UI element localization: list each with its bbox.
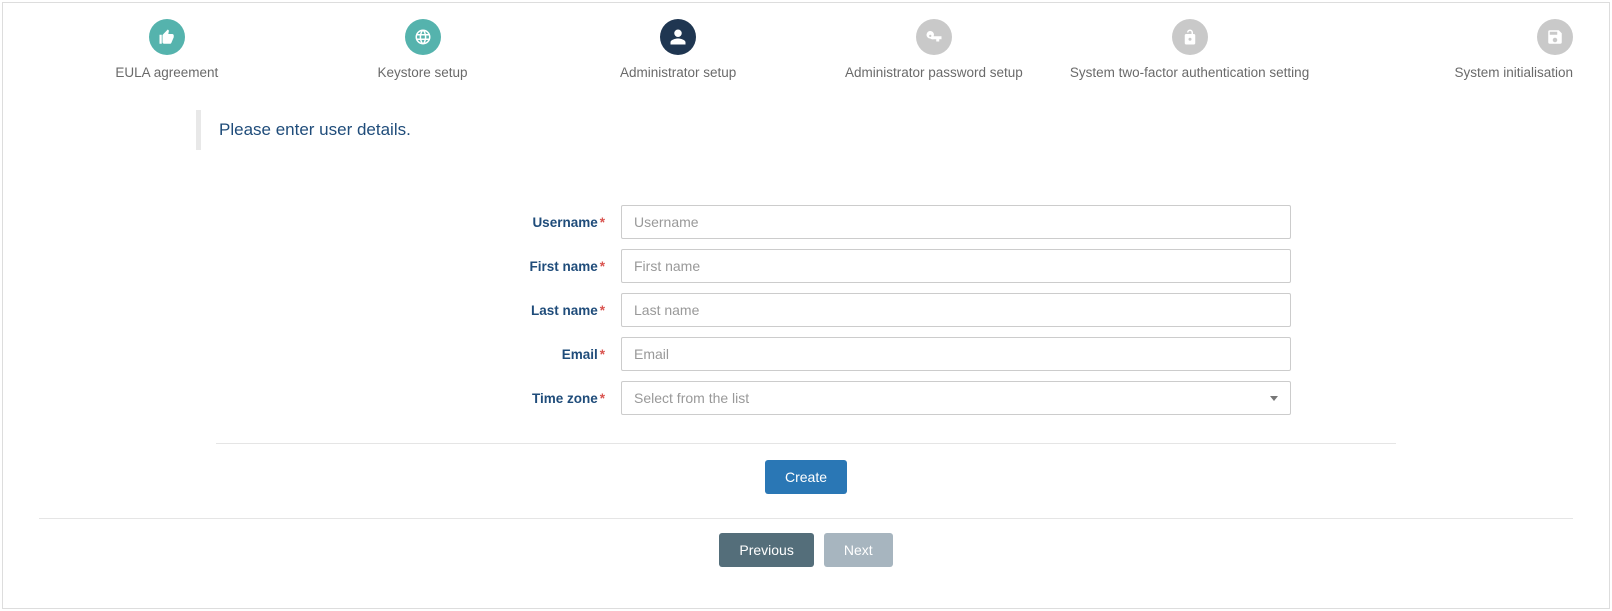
label-text: Time zone — [532, 391, 598, 406]
required-marker: * — [600, 347, 605, 362]
row-first-name: First name* — [206, 249, 1406, 283]
create-wrap: Create — [206, 460, 1406, 494]
create-button[interactable]: Create — [765, 460, 847, 494]
row-username: Username* — [206, 205, 1406, 239]
step-label: Administrator password setup — [845, 65, 1023, 80]
label-text: Last name — [531, 303, 598, 318]
email-input[interactable] — [621, 337, 1291, 371]
label-text: Username — [532, 215, 597, 230]
thumbs-up-icon — [149, 19, 185, 55]
key-icon — [916, 19, 952, 55]
wizard-container: EULA agreement Keystore setup Administra… — [2, 2, 1610, 609]
step-label: Administrator setup — [620, 65, 736, 80]
form-rows: Username* First name* Last name* Email* — [206, 205, 1406, 415]
save-icon — [1537, 19, 1573, 55]
step-init[interactable]: System initialisation — [1317, 19, 1573, 80]
row-timezone: Time zone* Select from the list — [206, 381, 1406, 415]
label-username: Username* — [321, 215, 621, 230]
step-2fa[interactable]: System two-factor authentication setting — [1062, 19, 1318, 80]
label-text: First name — [529, 259, 597, 274]
lock-open-icon — [1172, 19, 1208, 55]
footer-nav: Previous Next — [3, 533, 1609, 567]
step-label: System initialisation — [1454, 65, 1573, 80]
step-admin[interactable]: Administrator setup — [550, 19, 806, 80]
step-admin-password[interactable]: Administrator password setup — [806, 19, 1062, 80]
form-panel: Please enter user details. Username* Fir… — [206, 110, 1406, 494]
label-last-name: Last name* — [321, 303, 621, 318]
first-name-input[interactable] — [621, 249, 1291, 283]
required-marker: * — [600, 303, 605, 318]
wizard-steps: EULA agreement Keystore setup Administra… — [3, 3, 1609, 80]
step-keystore[interactable]: Keystore setup — [295, 19, 551, 80]
step-eula[interactable]: EULA agreement — [39, 19, 295, 80]
previous-button[interactable]: Previous — [719, 533, 813, 567]
row-email: Email* — [206, 337, 1406, 371]
timezone-select[interactable]: Select from the list — [621, 381, 1291, 415]
row-last-name: Last name* — [206, 293, 1406, 327]
outer-divider — [39, 518, 1573, 519]
timezone-placeholder: Select from the list — [634, 390, 749, 406]
last-name-input[interactable] — [621, 293, 1291, 327]
label-timezone: Time zone* — [321, 391, 621, 406]
globe-icon — [405, 19, 441, 55]
required-marker: * — [600, 391, 605, 406]
chevron-down-icon — [1270, 396, 1278, 401]
step-label: EULA agreement — [115, 65, 218, 80]
next-button[interactable]: Next — [824, 533, 893, 567]
label-text: Email — [562, 347, 598, 362]
user-icon — [660, 19, 696, 55]
username-input[interactable] — [621, 205, 1291, 239]
step-label: Keystore setup — [377, 65, 467, 80]
step-label: System two-factor authentication setting — [1070, 65, 1309, 80]
required-marker: * — [600, 259, 605, 274]
label-first-name: First name* — [321, 259, 621, 274]
required-marker: * — [600, 215, 605, 230]
label-email: Email* — [321, 347, 621, 362]
form-divider — [216, 443, 1396, 444]
instruction-text: Please enter user details. — [196, 110, 1406, 150]
